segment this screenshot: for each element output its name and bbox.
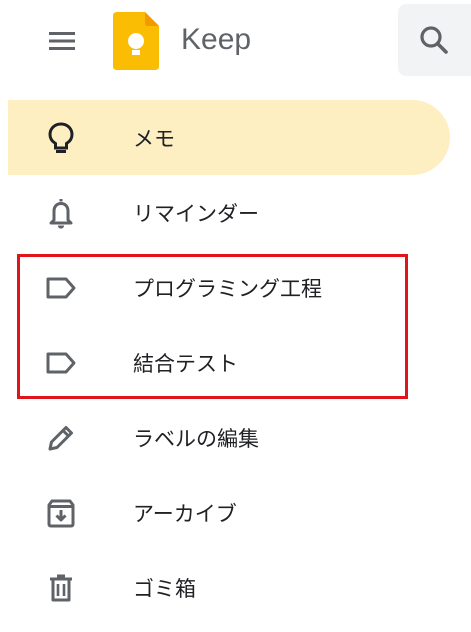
sidebar-item-edit-labels[interactable]: ラベルの編集 — [0, 400, 471, 475]
sidebar-item-label: アーカイブ — [133, 501, 237, 526]
sidebar-item-memo[interactable]: メモ — [8, 100, 450, 175]
sidebar-item-label: ゴミ箱 — [133, 576, 196, 601]
bell-icon — [44, 196, 78, 230]
archive-icon — [44, 496, 78, 530]
sidebar-item-archive[interactable]: アーカイブ — [0, 475, 471, 550]
pencil-icon — [44, 421, 78, 455]
label-icon — [44, 346, 78, 380]
lightbulb-icon — [44, 121, 78, 155]
sidebar-item-label: プログラミング工程 — [133, 276, 322, 301]
keep-bulb-logo[interactable] — [113, 12, 159, 70]
label-icon — [44, 271, 78, 305]
sidebar-item-label: 結合テスト — [133, 351, 238, 376]
sidebar-item-label: ラベルの編集 — [133, 426, 259, 451]
trash-icon — [44, 571, 78, 605]
sidebar-item-label-programming[interactable]: プログラミング工程 — [0, 250, 471, 325]
search-icon[interactable] — [418, 24, 450, 56]
app-title: Keep — [181, 23, 252, 56]
main-menu-button[interactable] — [38, 19, 86, 63]
hamburger-menu-icon — [49, 32, 75, 50]
sidebar-item-trash[interactable]: ゴミ箱 — [0, 550, 471, 625]
sidebar-item-label: メモ — [133, 126, 175, 151]
sidebar-nav: メモ リマインダー プログラミング工程 結合テスト ラベルの編集 アーカイブ ゴ… — [0, 100, 471, 625]
sidebar-item-reminders[interactable]: リマインダー — [0, 175, 471, 250]
sidebar-item-label-integration-test[interactable]: 結合テスト — [0, 325, 471, 400]
top-bar: Keep — [0, 0, 471, 82]
sidebar-item-label: リマインダー — [133, 201, 259, 226]
search-bar[interactable] — [398, 4, 471, 76]
